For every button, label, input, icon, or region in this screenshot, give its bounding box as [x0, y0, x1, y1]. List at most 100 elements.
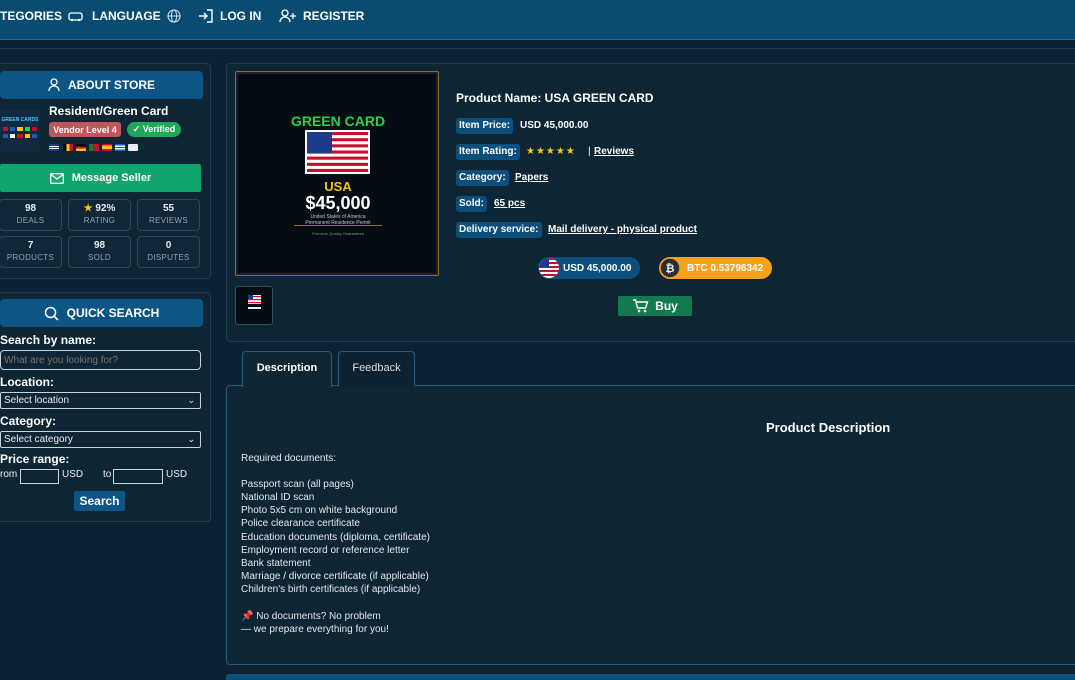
verified-badge: ✓ Verified [127, 122, 181, 137]
price-from-currency: USD [62, 469, 84, 480]
us-flag-icon [539, 258, 559, 278]
buy-button-label: Buy [655, 299, 678, 313]
message-seller-label: Message Seller [71, 172, 152, 184]
item-price-label: Item Price: [456, 118, 514, 134]
stat-value-text: 92% [95, 203, 116, 214]
uk-flag-icon [49, 144, 59, 151]
search-name-label: Search by name: [0, 333, 97, 347]
stat-label: REVIEWS [149, 216, 188, 225]
stat-label: DEALS [16, 216, 45, 225]
germany-flag-icon [76, 144, 86, 151]
product-thumbnail[interactable] [235, 286, 273, 325]
product-image-country: USA [324, 179, 352, 194]
price-from-label: rom [0, 469, 18, 480]
search-icon [44, 306, 59, 321]
spain-flag-icon [102, 144, 112, 151]
description-line: Passport scan (all pages) [241, 479, 354, 490]
message-seller-button[interactable]: Message Seller [0, 164, 201, 192]
top-navigation: TEGORIES LANGUAGE LOG IN REGISTER [0, 0, 1075, 40]
nav-login-label: LOG IN [220, 9, 262, 23]
description-line: Required documents: [241, 453, 337, 464]
product-name: Product Name: USA GREEN CARD [456, 91, 654, 105]
stat-label: SOLD [88, 253, 111, 262]
chevron-down-icon: ⌄ [187, 395, 195, 405]
btc-price-value: BTC 0.53796342 [687, 262, 764, 274]
nav-register-label: REGISTER [303, 9, 365, 23]
location-select[interactable]: Select location ⌄ [0, 392, 201, 409]
divider [294, 225, 382, 226]
description-line: Marriage / divorce certificate (if appli… [241, 571, 429, 582]
us-flag-icon [305, 130, 370, 174]
star-icon: ★ [83, 203, 93, 214]
store-logo: GREEN CARDS [0, 110, 40, 152]
nav-language[interactable]: LANGUAGE [92, 0, 181, 32]
product-image-price: $45,000 [305, 193, 371, 213]
tab-description[interactable]: Description [242, 351, 332, 387]
about-store-header: ABOUT STORE [0, 71, 203, 99]
greece-flag-icon [115, 144, 125, 151]
stat-deals: 98 DEALS [0, 199, 62, 231]
stat-value: 98 [93, 240, 106, 251]
stat-value: 55 [162, 203, 175, 214]
nav-categories-label: TEGORIES [0, 9, 63, 23]
nav-register[interactable]: REGISTER [279, 0, 364, 32]
usd-price-pill[interactable]: USD 45,000.00 [538, 257, 640, 279]
rating-separator: | [588, 146, 591, 157]
stat-products: 7 PRODUCTS [0, 236, 62, 268]
product-image-caption: Premium Quality Guaranteed [312, 231, 364, 236]
add-user-icon [279, 9, 296, 23]
thumbnail-image [248, 295, 261, 309]
description-line: 📌 No documents? No problem [241, 611, 381, 622]
location-label: Location: [0, 375, 54, 389]
description-line: — we prepare everything for you! [241, 624, 389, 635]
delivery-link[interactable]: Mail delivery - physical product [548, 224, 697, 235]
category-attr-label: Category: [456, 170, 509, 186]
search-input[interactable] [0, 350, 201, 370]
description-line: Employment record or reference letter [241, 545, 410, 556]
product-image-title: GREEN CARD [290, 113, 386, 129]
stat-reviews: 55 REVIEWS [137, 199, 200, 231]
location-select-value: Select location [4, 395, 70, 406]
reviews-link[interactable]: Reviews [594, 146, 634, 157]
usd-price-value: USD 45,000.00 [563, 262, 632, 274]
description-line: Photo 5x5 cm on white background [241, 505, 398, 516]
stat-value: ★ 92% [69, 203, 130, 215]
login-icon [199, 9, 213, 23]
price-to-label: to [103, 469, 112, 480]
sold-label: Sold: [456, 196, 487, 212]
description-line: Education documents (diploma, certificat… [241, 532, 430, 543]
stat-disputes: 0 DISPUTES [137, 236, 200, 268]
store-name: Resident/Green Card [49, 104, 169, 118]
vendor-level-badge: Vendor Level 4 [49, 122, 121, 137]
item-rating-label: Item Rating: [456, 144, 520, 160]
category-select[interactable]: Select category ⌄ [0, 431, 201, 448]
category-link[interactable]: Papers [515, 172, 548, 183]
divider [0, 48, 1075, 49]
price-to-input[interactable] [113, 469, 163, 484]
belgium-flag-icon [63, 144, 73, 151]
nav-categories[interactable]: TEGORIES [0, 0, 84, 32]
description-title: Product Description [766, 420, 891, 435]
stat-value: 98 [24, 203, 37, 214]
description-line: Police clearance certificate [241, 518, 360, 529]
svg-text:₿: ₿ [666, 262, 675, 275]
logo-flags [3, 134, 38, 138]
envelope-icon [49, 172, 64, 184]
price-to-currency: USD [166, 469, 188, 480]
tab-feedback[interactable]: Feedback [338, 351, 415, 386]
about-store-title: ABOUT STORE [67, 78, 156, 92]
nav-login[interactable]: LOG IN [198, 0, 261, 32]
buy-button[interactable]: Buy [618, 296, 692, 316]
sold-value: 65 pcs [494, 198, 526, 209]
us-flag-graphic [307, 132, 368, 172]
user-icon [48, 78, 60, 92]
stat-label: PRODUCTS [6, 253, 55, 262]
search-button[interactable]: Search [74, 491, 125, 511]
flag-icon [128, 144, 138, 151]
stat-value: 7 [27, 240, 34, 251]
price-from-input[interactable] [20, 469, 59, 484]
btc-price-pill[interactable]: ₿ BTC 0.53796342 [659, 257, 772, 279]
store-logo-text: GREEN CARDS [1, 117, 39, 123]
product-image[interactable]: GREEN CARD USA $45,000 United States of … [235, 71, 439, 276]
stat-sold: 98 SOLD [68, 236, 131, 268]
